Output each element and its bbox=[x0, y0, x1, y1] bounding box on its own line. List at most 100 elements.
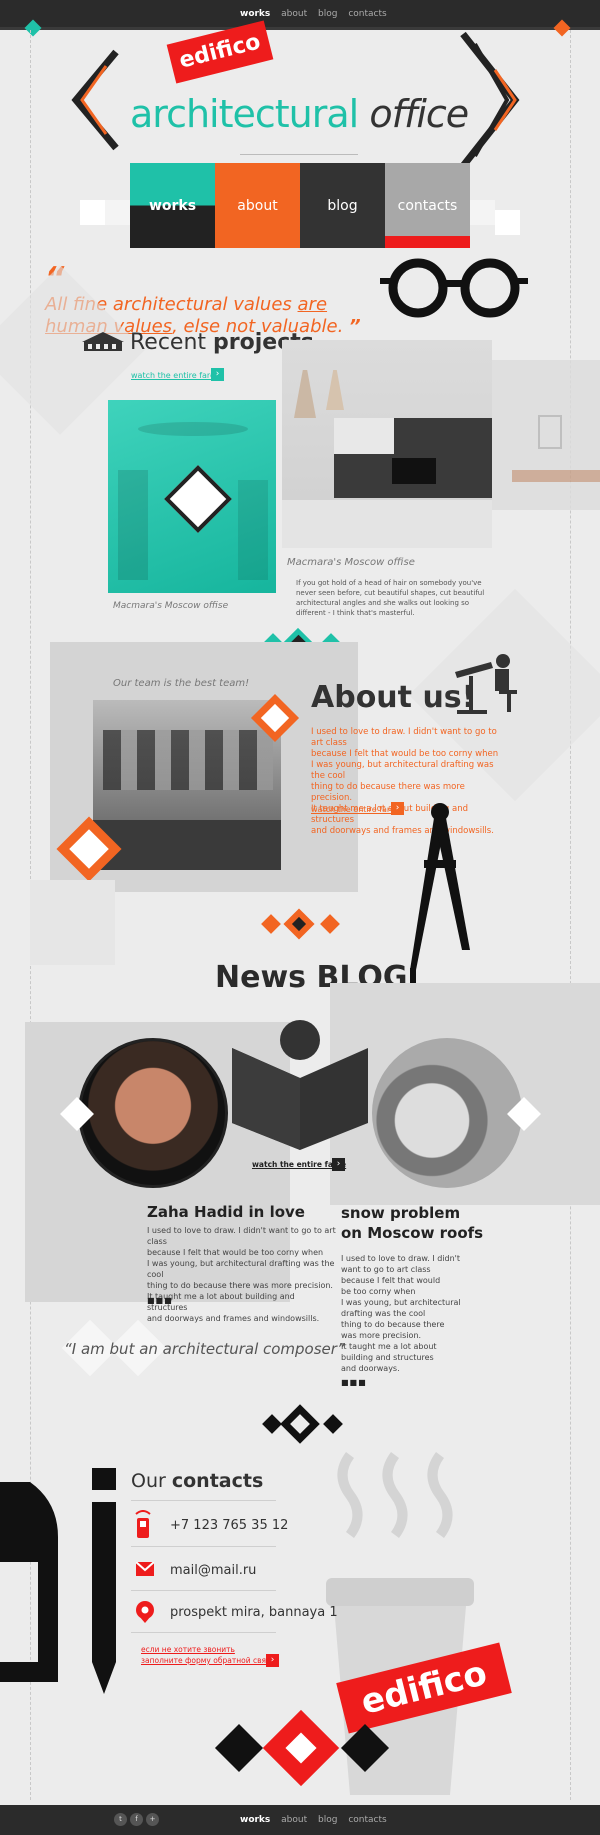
blog-photo-roof[interactable] bbox=[372, 1038, 522, 1188]
blog-arrow-icon[interactable]: › bbox=[332, 1158, 345, 1171]
deco-diamond bbox=[262, 1414, 282, 1434]
projects-link[interactable]: watch the entire farce bbox=[131, 371, 219, 380]
lamp-shape bbox=[138, 422, 248, 436]
menu-label-contacts: contacts bbox=[397, 197, 458, 214]
close-quote-mark: ” bbox=[349, 316, 361, 337]
location-pin-icon bbox=[136, 1601, 154, 1623]
callback-arrow-icon[interactable]: › bbox=[266, 1654, 279, 1667]
footer-nav-blog[interactable]: blog bbox=[318, 1815, 337, 1825]
about-caption: Our team is the best team! bbox=[113, 678, 250, 689]
about-link[interactable]: watch the entire farce bbox=[311, 805, 399, 814]
drafting-desk-icon bbox=[455, 654, 517, 714]
chair-shape bbox=[238, 480, 268, 580]
mail-icon bbox=[136, 1562, 154, 1576]
post2-line: and doorways. bbox=[341, 1364, 400, 1373]
phone-icon bbox=[135, 1510, 151, 1538]
footer-nav-contacts[interactable]: contacts bbox=[348, 1815, 386, 1825]
deco-square bbox=[470, 200, 495, 225]
blog-photo-zaha[interactable] bbox=[78, 1038, 228, 1188]
menu-label-works: works bbox=[148, 197, 197, 214]
contact-address: prospekt mira, bannaya 1 bbox=[170, 1605, 338, 1620]
post2-line: be too corny when bbox=[341, 1287, 416, 1296]
post2-line: I was young, but architectural bbox=[341, 1298, 461, 1307]
top-nav-contacts[interactable]: contacts bbox=[348, 9, 386, 19]
divider bbox=[131, 1546, 276, 1547]
post2-line: was more precision. bbox=[341, 1331, 422, 1340]
about-text-line: because I felt that would be too corny w… bbox=[311, 749, 499, 759]
post1-body: I used to love to draw. I didn't want to… bbox=[147, 1225, 337, 1324]
building-icon bbox=[82, 332, 124, 351]
social-icons: t f + bbox=[114, 1813, 159, 1826]
main-menu: works about blog contacts bbox=[130, 163, 470, 248]
menu-label-blog: blog bbox=[327, 197, 358, 214]
compass-icon bbox=[410, 803, 470, 990]
footer-bar: t f + works about blog contacts bbox=[0, 1805, 600, 1835]
divider bbox=[131, 1632, 276, 1633]
share-icon[interactable]: + bbox=[146, 1813, 159, 1826]
deco-square bbox=[495, 210, 520, 235]
divider bbox=[131, 1590, 276, 1591]
project-photo-extension bbox=[492, 360, 600, 510]
title-underline bbox=[240, 154, 358, 155]
top-nav-works[interactable]: works bbox=[240, 9, 270, 19]
post2-more[interactable]: ■■■ bbox=[341, 1378, 367, 1387]
post2-line: thing to do because there bbox=[341, 1320, 445, 1329]
projects-title-light: Recent bbox=[130, 330, 214, 355]
site-title: architectural office bbox=[130, 92, 469, 136]
project-photo-interior[interactable] bbox=[282, 340, 492, 548]
menu-tile-about[interactable]: about bbox=[215, 163, 300, 248]
floor bbox=[282, 500, 492, 548]
callback-line-2: заполните форму обратной связи bbox=[141, 1656, 275, 1665]
about-title: About us! bbox=[311, 680, 476, 715]
bench bbox=[93, 820, 281, 870]
top-nav-blog[interactable]: blog bbox=[318, 9, 337, 19]
tv-screen bbox=[392, 458, 436, 484]
twitter-icon[interactable]: t bbox=[114, 1813, 127, 1826]
post1-more[interactable]: ■■■ bbox=[147, 1296, 173, 1305]
callback-line-1: если не хотите звонить bbox=[141, 1645, 235, 1654]
contact-email[interactable]: mail@mail.ru bbox=[170, 1563, 256, 1578]
footer-nav-about[interactable]: about bbox=[281, 1815, 307, 1825]
post2-line: It taught me a lot about bbox=[341, 1342, 437, 1351]
contacts-title: Our contacts bbox=[131, 1470, 263, 1492]
project-caption-right: Macmara's Moscow offise bbox=[287, 557, 415, 568]
team-members bbox=[103, 730, 273, 790]
post1-line: and doorways and frames and windowsills. bbox=[147, 1314, 320, 1323]
post2-title[interactable]: snow problem on Moscow roofs bbox=[341, 1203, 483, 1243]
project-caption-left: Macmara's Moscow offise bbox=[113, 601, 229, 611]
deco-square bbox=[105, 200, 130, 225]
post1-title[interactable]: Zaha Hadid in love bbox=[147, 1203, 305, 1221]
blog-quote: “I am but an architectural composer” bbox=[64, 1340, 345, 1358]
team-photo[interactable] bbox=[93, 700, 281, 870]
deco-diamond bbox=[214, 1723, 264, 1773]
post2-line: building and structures bbox=[341, 1353, 434, 1362]
menu-tile-blog[interactable]: blog bbox=[300, 163, 385, 248]
glasses-icon bbox=[380, 258, 528, 318]
deco-diamond bbox=[323, 1414, 343, 1434]
post2-title-line: snow problem bbox=[341, 1204, 461, 1222]
pendant-lamp bbox=[294, 370, 316, 418]
bi-logo-graphic bbox=[0, 1468, 116, 1694]
post2-line: drafting was the cool bbox=[341, 1309, 426, 1318]
facebook-icon[interactable]: f bbox=[130, 1813, 143, 1826]
divider bbox=[131, 1500, 276, 1501]
post2-body: I used to love to draw. I didn't want to… bbox=[341, 1253, 471, 1374]
menu-tile-contacts[interactable]: contacts bbox=[385, 163, 470, 248]
deco-square bbox=[30, 880, 115, 965]
wall-frame bbox=[538, 415, 562, 449]
projects-arrow-icon[interactable]: › bbox=[211, 368, 224, 381]
top-nav: works about blog contacts bbox=[240, 9, 395, 19]
menu-label-about: about bbox=[237, 197, 278, 214]
footer-nav-works[interactable]: works bbox=[240, 1815, 270, 1825]
top-nav-about[interactable]: about bbox=[281, 9, 307, 19]
contacts-title-light: Our bbox=[131, 1470, 172, 1492]
contact-phone[interactable]: +7 123 765 35 12 bbox=[170, 1518, 288, 1533]
post2-line: because I felt that would bbox=[341, 1276, 441, 1285]
top-navbar: works about blog contacts bbox=[0, 0, 600, 30]
menu-tile-works[interactable]: works bbox=[130, 163, 215, 248]
title-part-2: office bbox=[369, 92, 469, 136]
contacts-title-bold: contacts bbox=[171, 1470, 264, 1492]
post2-line: I used to love to draw. I didn't bbox=[341, 1254, 460, 1263]
post1-line: thing to do because there was more preci… bbox=[147, 1281, 333, 1290]
callback-link[interactable]: если не хотите звонить заполните форму о… bbox=[141, 1644, 275, 1666]
